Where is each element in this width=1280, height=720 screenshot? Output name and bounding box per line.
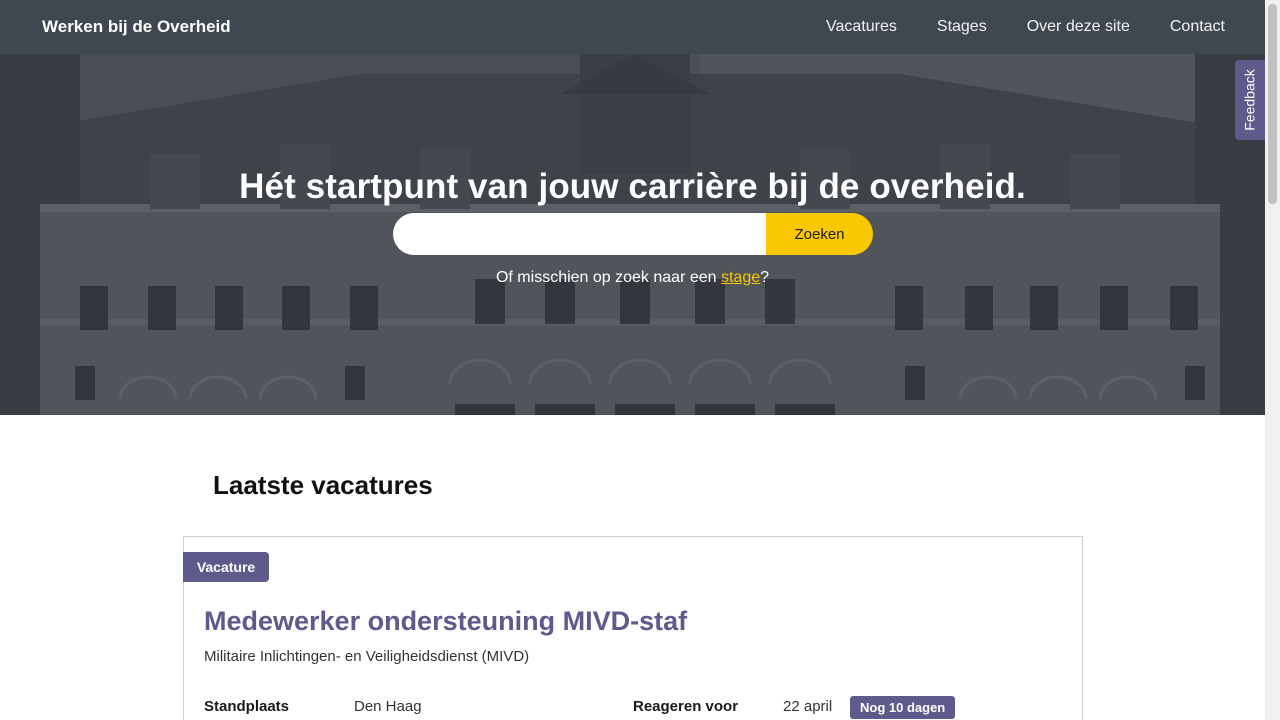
site-logo-link[interactable]: Werken bij de Overheid xyxy=(42,17,231,37)
search-form: Zoeken xyxy=(393,213,873,255)
nav-vacatures[interactable]: Vacatures xyxy=(826,18,897,36)
search-button[interactable]: Zoeken xyxy=(766,213,873,255)
feedback-tab[interactable]: Feedback xyxy=(1235,60,1265,140)
internship-prompt-suffix: ? xyxy=(760,269,770,286)
search-input[interactable] xyxy=(393,213,766,255)
hero-banner: Hét startpunt van jouw carrière bij de o… xyxy=(0,54,1265,415)
scrollbar-thumb[interactable] xyxy=(1268,4,1277,204)
vacancy-type-badge: Vacature xyxy=(183,552,269,582)
nav-over-deze-site[interactable]: Over deze site xyxy=(1027,18,1130,36)
feedback-label: Feedback xyxy=(1242,69,1259,131)
top-navigation-bar: Werken bij de Overheid Vacatures Stages … xyxy=(0,0,1265,54)
vacancy-card[interactable]: Vacature Medewerker ondersteuning MIVD-s… xyxy=(183,536,1083,720)
internship-link[interactable]: stage xyxy=(721,269,760,286)
hero-title: Hét startpunt van jouw carrière bij de o… xyxy=(239,167,1026,206)
internship-prompt-text: Of misschien op zoek naar een xyxy=(495,269,721,286)
main-nav: Vacatures Stages Over deze site Contact xyxy=(786,0,1225,54)
nav-stages[interactable]: Stages xyxy=(937,18,987,36)
internship-prompt: Of misschien op zoek naar een stage? xyxy=(0,269,1265,287)
nav-contact[interactable]: Contact xyxy=(1170,18,1225,36)
deadline-label: Reageren voor xyxy=(633,698,739,715)
vacancy-organisation: Militaire Inlichtingen- en Veiligheidsdi… xyxy=(204,648,530,665)
page-scrollbar[interactable] xyxy=(1265,0,1280,720)
location-value: Den Haag xyxy=(354,698,422,715)
location-label: Standplaats xyxy=(204,698,290,715)
days-left-badge: Nog 10 dagen xyxy=(850,696,956,719)
section-title: Laatste vacatures xyxy=(213,470,433,500)
deadline-value: 22 april xyxy=(783,698,833,715)
vacancy-title-link[interactable]: Medewerker ondersteuning MIVD-staf xyxy=(204,606,687,637)
